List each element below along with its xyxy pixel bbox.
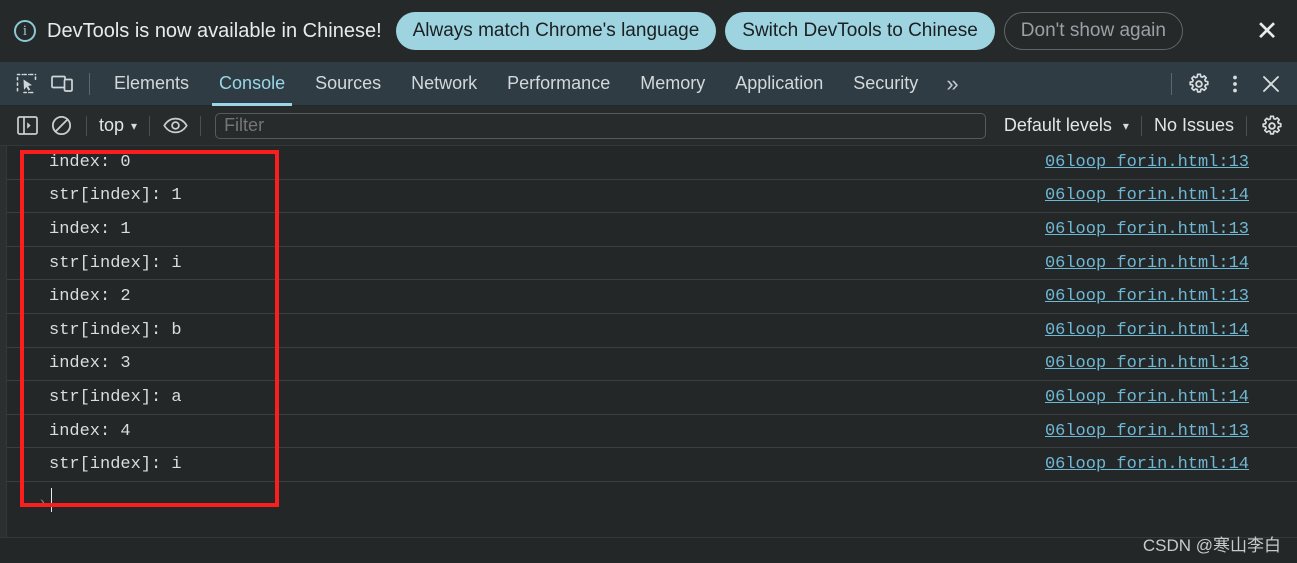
toolbar-divider xyxy=(1246,115,1247,136)
tabbar-divider xyxy=(89,72,90,95)
info-circle-icon: i xyxy=(14,20,36,42)
log-levels-selector[interactable]: Default levels ▾ xyxy=(996,115,1133,136)
console-message-row[interactable]: str[index]: i 06loop_forin.html:14 xyxy=(7,448,1297,482)
inspect-element-icon[interactable] xyxy=(8,69,44,99)
console-message-row[interactable]: index: 2 06loop_forin.html:13 xyxy=(7,280,1297,314)
tab-label: Performance xyxy=(507,73,611,93)
console-message-text: index: 3 xyxy=(49,354,131,374)
console-bottom-bar xyxy=(0,537,1297,563)
banner-button-label: Switch DevTools to Chinese xyxy=(742,20,978,41)
console-message-text: str[index]: a xyxy=(49,387,182,407)
dont-show-again-button[interactable]: Don't show again xyxy=(1003,12,1183,50)
close-devtools-icon[interactable] xyxy=(1253,69,1289,99)
tab-label: Console xyxy=(219,73,286,93)
console-source-link[interactable]: 06loop_forin.html:13 xyxy=(1045,354,1249,373)
banner-button-label: Don't show again xyxy=(1020,20,1166,41)
banner-button-label: Always match Chrome's language xyxy=(412,20,700,41)
tab-network[interactable]: Network xyxy=(396,62,492,106)
console-message-list[interactable]: index: 0 06loop_forin.html:13 str[index]… xyxy=(0,146,1297,537)
gear-icon[interactable] xyxy=(1255,112,1289,140)
log-levels-label: Default levels xyxy=(1003,115,1112,135)
toolbar-divider xyxy=(1140,115,1142,136)
more-tabs-label: » xyxy=(946,70,959,96)
prompt-caret-icon: › xyxy=(40,492,45,509)
tabbar-divider xyxy=(1171,72,1172,95)
tab-label: Security xyxy=(853,73,919,93)
console-source-link[interactable]: 06loop_forin.html:14 xyxy=(1045,186,1249,205)
console-source-link[interactable]: 06loop_forin.html:13 xyxy=(1045,422,1249,441)
console-source-link[interactable]: 06loop_forin.html:14 xyxy=(1045,254,1249,273)
prompt-text-cursor xyxy=(50,487,52,512)
chevron-down-icon: ▾ xyxy=(1122,118,1129,133)
console-source-link[interactable]: 06loop_forin.html:14 xyxy=(1045,321,1249,340)
toolbar-divider xyxy=(200,115,202,136)
tab-console[interactable]: Console xyxy=(204,62,300,106)
tabbar-right-actions xyxy=(1162,69,1297,99)
tab-performance[interactable]: Performance xyxy=(492,62,625,106)
console-message-text: index: 0 xyxy=(49,152,131,172)
console-prompt[interactable]: › xyxy=(7,482,1297,518)
device-toolbar-icon[interactable] xyxy=(44,69,80,99)
clear-console-icon[interactable] xyxy=(44,112,78,140)
tab-elements[interactable]: Elements xyxy=(99,62,204,106)
filter-input[interactable] xyxy=(215,112,986,139)
tab-application[interactable]: Application xyxy=(720,62,838,106)
console-source-link[interactable]: 06loop_forin.html:14 xyxy=(1045,455,1249,474)
gear-icon[interactable] xyxy=(1181,69,1217,99)
devtools-window: i DevTools is now available in Chinese! … xyxy=(0,0,1297,563)
more-tabs-chevron-icon[interactable]: » xyxy=(933,62,971,106)
kebab-menu-icon[interactable] xyxy=(1217,69,1253,99)
sidebar-toggle-icon[interactable] xyxy=(10,112,44,140)
console-message-text: str[index]: b xyxy=(49,320,182,340)
console-message-row[interactable]: str[index]: b 06loop_forin.html:14 xyxy=(7,314,1297,348)
switch-devtools-to-chinese-button[interactable]: Switch DevTools to Chinese xyxy=(725,12,995,50)
tab-security[interactable]: Security xyxy=(838,62,933,106)
execution-context-selector[interactable]: top ▾ xyxy=(95,115,141,136)
banner-message: DevTools is now available in Chinese! xyxy=(47,19,382,42)
console-message-row[interactable]: index: 3 06loop_forin.html:13 xyxy=(7,348,1297,382)
translation-banner: i DevTools is now available in Chinese! … xyxy=(0,0,1297,62)
console-toolbar: top ▾ Default levels ▾ No Issues xyxy=(0,106,1297,146)
console-message-row[interactable]: str[index]: i 06loop_forin.html:14 xyxy=(7,247,1297,281)
console-message-text: index: 2 xyxy=(49,287,131,307)
close-icon[interactable]: ✕ xyxy=(1251,17,1283,45)
console-source-link[interactable]: 06loop_forin.html:14 xyxy=(1045,388,1249,407)
always-match-chrome-language-button[interactable]: Always match Chrome's language xyxy=(395,12,717,50)
console-message-row[interactable]: str[index]: 1 06loop_forin.html:14 xyxy=(7,180,1297,214)
console-source-link[interactable]: 06loop_forin.html:13 xyxy=(1045,153,1249,172)
console-toolbar-right: Default levels ▾ No Issues xyxy=(996,112,1297,140)
console-message-text: index: 4 xyxy=(49,421,131,441)
console-message-row[interactable]: index: 0 06loop_forin.html:13 xyxy=(7,146,1297,180)
console-message-row[interactable]: str[index]: a 06loop_forin.html:14 xyxy=(7,381,1297,415)
console-message-row[interactable]: index: 1 06loop_forin.html:13 xyxy=(7,213,1297,247)
watermark-label: CSDN @寒山李白 xyxy=(1142,536,1281,555)
live-expression-eye-icon[interactable] xyxy=(158,112,192,140)
tab-label: Network xyxy=(411,73,478,93)
chevron-down-icon: ▾ xyxy=(131,118,138,133)
tab-label: Elements xyxy=(114,73,190,93)
toolbar-divider xyxy=(149,115,151,136)
console-message-text: index: 1 xyxy=(49,219,131,239)
tab-label: Sources xyxy=(315,73,382,93)
issues-status[interactable]: No Issues xyxy=(1150,115,1238,136)
tab-label: Memory xyxy=(640,73,706,93)
toolbar-divider xyxy=(86,115,87,136)
tab-sources[interactable]: Sources xyxy=(300,62,396,106)
tab-label: Application xyxy=(735,73,824,93)
console-message-row[interactable]: index: 4 06loop_forin.html:13 xyxy=(7,415,1297,449)
execution-context-label: top xyxy=(99,115,125,135)
console-source-link[interactable]: 06loop_forin.html:13 xyxy=(1045,220,1249,239)
console-gutter xyxy=(0,146,7,537)
console-source-link[interactable]: 06loop_forin.html:13 xyxy=(1045,287,1249,306)
console-message-text: str[index]: i xyxy=(49,253,182,273)
console-message-text: str[index]: i xyxy=(49,455,182,475)
devtools-tabbar: Elements Console Sources Network Perform… xyxy=(0,62,1297,106)
console-message-text: str[index]: 1 xyxy=(49,186,182,206)
tab-memory[interactable]: Memory xyxy=(625,62,720,106)
